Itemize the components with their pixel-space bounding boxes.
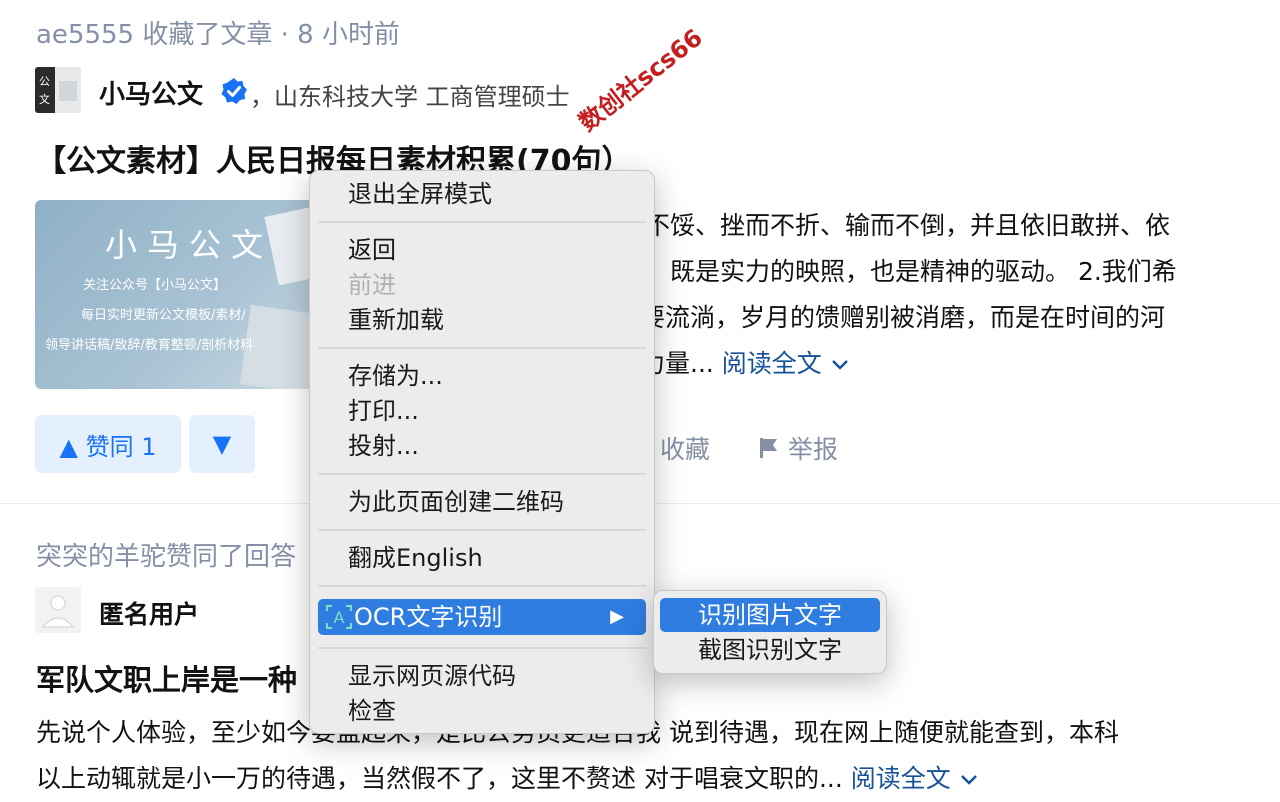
watermark: 数创社scs66 — [573, 23, 708, 137]
submenu-arrow-icon: ▶ — [610, 606, 624, 627]
menu-separator — [318, 347, 646, 349]
upvote-button[interactable]: ▲ 赞同 1 — [35, 415, 181, 473]
flag-icon — [760, 438, 777, 458]
author-name[interactable]: 小马公文 — [99, 74, 203, 111]
menu-item-exit-fullscreen[interactable]: 退出全屏模式 — [310, 177, 654, 211]
anonymous-user-name[interactable]: 匿名用户 — [99, 595, 199, 631]
collect-button[interactable]: 收藏 — [660, 430, 710, 466]
activity-line-2: 突突的羊驼赞同了回答 — [36, 542, 297, 572]
read-more-label: 阅读全文 — [721, 349, 822, 378]
menu-item-inspect[interactable]: 检查 — [310, 694, 654, 728]
author-avatar[interactable]: 公 文 — [35, 67, 81, 113]
thumbnail-line-3: 领导讲话稿/致辞/教育整顿/剖析材料 — [45, 338, 254, 353]
thumbnail-line-1: 关注公众号【小马公文】 — [83, 278, 227, 293]
excerpt-line-4: 力量... 阅读全文 — [640, 341, 850, 387]
menu-separator — [318, 529, 646, 531]
menu-item-translate[interactable]: 翻成English — [310, 541, 654, 575]
ocr-icon: A — [324, 599, 354, 635]
avatar-image-icon: 公 文 — [35, 67, 81, 113]
menu-item-create-qr[interactable]: 为此页面创建二维码 — [310, 485, 654, 519]
thumbnail-heading: 小马公文 — [105, 226, 274, 264]
answer-excerpt-line-2: 以上动辄就是小一万的待遇，当然假不了，这里不赘述 对于唱衰文职的... 阅读全文 — [36, 756, 979, 802]
menu-item-print[interactable]: 打印... — [310, 394, 654, 428]
menu-separator — [318, 647, 646, 649]
submenu-item-screenshot-ocr[interactable]: 截图识别文字 — [654, 633, 886, 667]
context-menu: 退出全屏模式 返回 前进 重新加载 存储为... 打印... 投射... 为此页… — [309, 170, 655, 734]
read-more-link[interactable]: 阅读全文 — [722, 349, 850, 378]
read-more-link-2[interactable]: 阅读全文 — [851, 764, 979, 793]
answer-title[interactable]: 军队文职上岸是一种 — [36, 657, 297, 699]
menu-item-cast[interactable]: 投射... — [310, 429, 654, 463]
author-description: ，山东科技大学 工商管理硕士 — [250, 83, 570, 111]
thumbnail-line-2: 每日实时更新公文模板/素材/ — [81, 308, 246, 323]
menu-separator — [318, 585, 646, 587]
menu-item-ocr[interactable]: A OCR文字识别 ▶ — [318, 599, 646, 635]
ocr-submenu: 识别图片文字 截图识别文字 — [653, 590, 887, 674]
svg-text:公: 公 — [39, 75, 50, 88]
menu-item-forward: 前进 — [348, 271, 396, 299]
svg-text:A: A — [334, 608, 345, 627]
verified-badge-icon — [220, 77, 248, 105]
chevron-down-icon — [831, 360, 848, 370]
menu-item-view-source[interactable]: 显示网页源代码 — [310, 659, 654, 693]
report-button[interactable]: 举报 — [758, 430, 838, 466]
anonymous-avatar[interactable] — [35, 587, 81, 633]
chevron-down-icon — [960, 775, 977, 785]
menu-separator — [318, 473, 646, 475]
menu-item-back[interactable]: 返回 — [310, 233, 654, 267]
excerpt-line-2: 既是实力的映照，也是精神的驱动。 2.我们希 — [670, 257, 1177, 286]
answer-excerpt-line-2-text: 以上动辄就是小一万的待遇，当然假不了，这里不赘述 对于唱衰文职的... — [36, 764, 843, 793]
menu-item-save-as[interactable]: 存储为... — [310, 359, 654, 393]
report-label: 举报 — [788, 435, 839, 464]
collect-label: 收藏 — [660, 435, 711, 464]
read-more-label-2: 阅读全文 — [850, 764, 951, 793]
excerpt-line-3: 要流淌，岁月的馈赠别被消磨，而是在时间的河 — [640, 303, 1166, 332]
menu-item-ocr-label: OCR文字识别 — [354, 603, 503, 631]
activity-line: ae5555 收藏了文章 · 8 小时前 — [36, 20, 400, 50]
menu-item-reload[interactable]: 重新加载 — [310, 303, 654, 337]
menu-separator — [318, 221, 646, 223]
anonymous-user-icon — [35, 587, 81, 633]
downvote-button[interactable]: ▼ — [189, 415, 255, 473]
excerpt-line-1: 而不馁、挫而不折、输而不倒，并且依旧敢拼、依 — [620, 211, 1171, 240]
submenu-item-recognize-image-text[interactable]: 识别图片文字 — [660, 598, 880, 632]
article-thumbnail[interactable]: 小马公文 关注公众号【小马公文】 每日实时更新公文模板/素材/ 领导讲话稿/致辞… — [35, 200, 315, 389]
svg-text:文: 文 — [39, 92, 50, 106]
